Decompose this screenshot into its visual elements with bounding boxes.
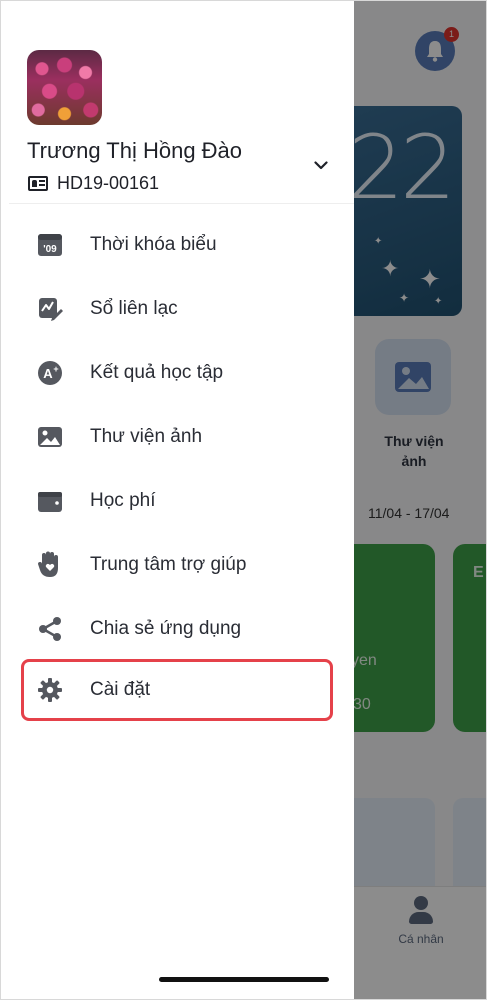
menu-item-label: Trung tâm trợ giúp [90, 554, 247, 575]
app-frame: 1 22 ✦ ✦ ✦ ✦ ✦ Thư viện ảnh 11/04 - 17/0… [0, 0, 487, 1000]
menu-item-label: Thời khóa biểu [90, 234, 217, 255]
menu-item-photo-gallery[interactable]: Thư viện ảnh [21, 409, 333, 465]
image-icon [37, 424, 63, 450]
side-drawer: Trương Thị Hồng Đào HD19-00161 '09 Thời … [1, 1, 354, 999]
chevron-down-icon [314, 160, 328, 169]
menu-item-label: Kết quả học tập [90, 362, 224, 383]
id-card-icon [28, 176, 48, 191]
menu-item-tuition[interactable]: Học phí [21, 473, 333, 529]
avatar[interactable] [27, 50, 102, 125]
hand-heart-icon [37, 551, 63, 578]
gear-icon [37, 677, 63, 703]
student-id-row: HD19-00161 [28, 173, 159, 194]
share-icon [37, 616, 63, 642]
menu-item-label: Chia sẻ ứng dụng [90, 618, 242, 639]
account-switch-button[interactable] [311, 155, 331, 175]
wallet-icon [37, 488, 63, 514]
menu-item-contact-book[interactable]: Sổ liên lạc [21, 281, 333, 337]
svg-text:'09: '09 [43, 244, 57, 255]
menu-item-label: Sổ liên lạc [90, 298, 178, 319]
svg-text:+: + [53, 364, 58, 374]
menu-item-help-center[interactable]: Trung tâm trợ giúp [21, 537, 333, 593]
menu-item-label: Thư viện ảnh [90, 426, 203, 447]
menu-item-label: Cài đặt [90, 679, 151, 700]
divider [9, 203, 354, 204]
menu-item-timetable[interactable]: '09 Thời khóa biểu [21, 217, 333, 273]
menu-item-share-app[interactable]: Chia sẻ ứng dụng [21, 601, 333, 657]
menu-item-study-results[interactable]: A + Kết quả học tập [21, 345, 333, 401]
menu-item-label: Học phí [90, 490, 156, 511]
user-name: Trương Thị Hồng Đào [27, 138, 243, 163]
svg-text:A: A [43, 366, 53, 381]
home-indicator[interactable] [159, 977, 329, 982]
student-id: HD19-00161 [57, 173, 160, 193]
calendar-09-icon: '09 [37, 232, 63, 258]
menu-item-settings[interactable]: Cài đặt [21, 659, 333, 721]
chart-pen-icon [37, 296, 63, 322]
grade-a-plus-icon: A + [37, 360, 63, 386]
